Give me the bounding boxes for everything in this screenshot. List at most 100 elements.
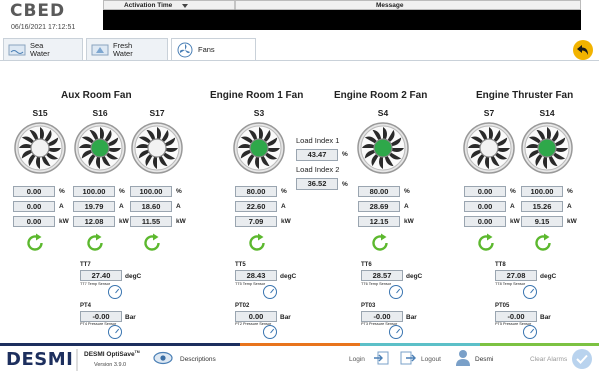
desmi-logo: DESMI xyxy=(6,349,74,370)
unit-label: degC xyxy=(406,273,423,280)
unit-label: Bar xyxy=(125,314,136,321)
unit-label: kW xyxy=(404,218,414,225)
unit-label: % xyxy=(567,188,573,195)
sort-arrow-icon[interactable] xyxy=(181,2,189,9)
temp-gauge-icon[interactable] xyxy=(523,285,537,299)
fan-impeller-icon xyxy=(357,122,409,174)
fan-reset-button[interactable] xyxy=(141,232,163,254)
load-index-1-value: 43.47 xyxy=(296,149,338,161)
clear-alarms-button[interactable] xyxy=(572,349,592,369)
user-avatar xyxy=(455,349,471,372)
fan-amp-value: 0.00 xyxy=(464,201,506,212)
temp-gauge-icon[interactable] xyxy=(263,285,277,299)
pressure-sensor-value: 0.00 xyxy=(235,311,277,322)
eye-icon xyxy=(153,351,173,365)
fan-kw-value: 9.15 xyxy=(521,216,563,227)
reset-icon xyxy=(478,233,494,251)
alarm-table-header: Activation Time Message xyxy=(103,0,581,11)
temp-gauge-icon[interactable] xyxy=(108,285,122,299)
temp-gauge-icon[interactable] xyxy=(389,285,403,299)
temp-sensor-label: TT8 xyxy=(495,262,506,268)
fan-pct-value: 100.00 xyxy=(130,186,172,197)
unit-label: A xyxy=(281,203,286,210)
fan-s14[interactable] xyxy=(520,121,574,175)
unit-label: % xyxy=(281,188,287,195)
group-title-aux-room: Aux Room Fan xyxy=(61,90,132,101)
fan-reset-button[interactable] xyxy=(475,232,497,254)
temp-sensor-label: TT5 xyxy=(235,262,246,268)
clear-alarms-label[interactable]: Clear Alarms xyxy=(530,356,567,363)
footer-color-bar xyxy=(0,343,599,346)
fan-kw-value: 0.00 xyxy=(13,216,55,227)
pressure-sensor-value: -0.00 xyxy=(495,311,537,322)
fan-reset-button[interactable] xyxy=(369,232,391,254)
fan-s17[interactable] xyxy=(130,121,184,175)
reset-icon xyxy=(372,233,388,251)
group-title-engine-thruster: Engine Thruster Fan xyxy=(476,90,574,101)
unit-label: % xyxy=(59,188,65,195)
fan-s15[interactable] xyxy=(13,121,67,175)
sea-water-icon xyxy=(7,43,27,57)
fan-reset-button[interactable] xyxy=(532,232,554,254)
fan-id-label: S14 xyxy=(539,108,555,118)
back-arrow-icon xyxy=(577,45,588,55)
temp-sensor-value: 28.57 xyxy=(361,270,403,281)
unit-label: A xyxy=(176,203,181,210)
alarm-list[interactable] xyxy=(103,10,581,30)
descriptions-label[interactable]: Descriptions xyxy=(180,356,216,363)
fan-s3[interactable] xyxy=(232,121,286,175)
tab-fresh-water[interactable]: Fresh Water xyxy=(86,38,168,61)
fan-amp-value: 0.00 xyxy=(13,201,55,212)
pressure-sensor-label: PT05 xyxy=(495,303,510,309)
fan-pct-value: 100.00 xyxy=(73,186,115,197)
pressure-gauge-icon[interactable] xyxy=(523,325,537,339)
fan-s16[interactable] xyxy=(73,121,127,175)
fan-s7[interactable] xyxy=(462,121,516,175)
load-index-2-label: Load Index 2 xyxy=(296,165,340,174)
temp-sensor-description: TT5 Temp Sensor xyxy=(235,282,266,286)
fan-reset-button[interactable] xyxy=(84,232,106,254)
unit-label: kW xyxy=(281,218,291,225)
pressure-gauge-icon[interactable] xyxy=(389,325,403,339)
reset-icon xyxy=(535,233,551,251)
fan-s4[interactable] xyxy=(356,121,410,175)
temp-sensor-label: TT7 xyxy=(80,262,91,268)
fan-amp-value: 15.26 xyxy=(521,201,563,212)
reset-icon xyxy=(87,233,103,251)
unit-label: A xyxy=(119,203,124,210)
login-button[interactable] xyxy=(373,351,389,370)
activation-time-header: Activation Time xyxy=(124,2,173,9)
reset-icon xyxy=(27,233,43,251)
product-name-text: DESMI OptiSave xyxy=(84,351,135,359)
unit-label: % xyxy=(510,188,516,195)
fan-kw-value: 12.15 xyxy=(358,216,400,227)
tab-sea-water[interactable]: Sea Water xyxy=(3,38,83,61)
fan-reset-button[interactable] xyxy=(246,232,268,254)
tab-divider xyxy=(0,60,599,61)
fan-pct-value: 80.00 xyxy=(235,186,277,197)
unit-label: kW xyxy=(567,218,577,225)
fan-impeller-icon xyxy=(463,122,515,174)
unit-label: kW xyxy=(119,218,129,225)
back-button[interactable] xyxy=(573,40,593,60)
fan-kw-value: 12.08 xyxy=(73,216,115,227)
checkmark-icon xyxy=(576,354,588,364)
temp-sensor-value: 28.43 xyxy=(235,270,277,281)
pressure-gauge-icon[interactable] xyxy=(108,325,122,339)
unit-label: % xyxy=(119,188,125,195)
load-index-2-value: 36.52 xyxy=(296,178,338,190)
logout-button[interactable] xyxy=(400,351,416,370)
reset-icon xyxy=(249,233,265,251)
temp-sensor-label: TT6 xyxy=(361,262,372,268)
fan-pct-value: 0.00 xyxy=(464,186,506,197)
descriptions-button[interactable] xyxy=(153,351,173,365)
login-label[interactable]: Login xyxy=(349,356,365,363)
company-logo: CBED xyxy=(10,1,65,21)
fan-reset-button[interactable] xyxy=(24,232,46,254)
footer-divider xyxy=(76,349,78,371)
pressure-gauge-icon[interactable] xyxy=(263,325,277,339)
pressure-sensor-label: PT4 xyxy=(80,303,92,309)
tab-fans[interactable]: Fans xyxy=(171,38,256,61)
logout-label[interactable]: Logout xyxy=(421,356,441,363)
fan-pct-value: 0.00 xyxy=(13,186,55,197)
